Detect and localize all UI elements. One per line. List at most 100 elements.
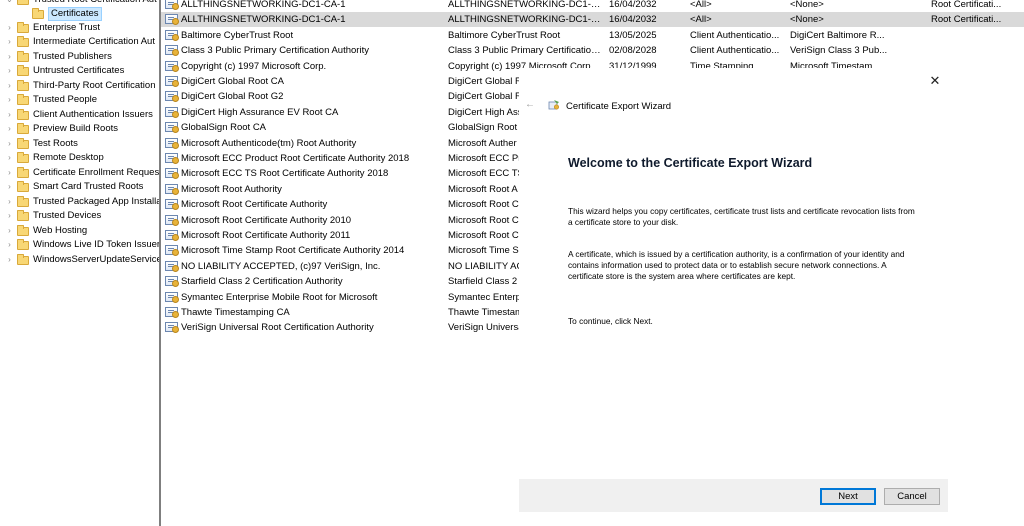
tree-item-label: Smart Card Trusted Roots bbox=[33, 181, 144, 192]
folder-icon bbox=[32, 7, 44, 19]
folder-icon bbox=[17, 0, 29, 5]
cert-name: Microsoft Root Authority bbox=[181, 183, 282, 195]
wizard-heading: Welcome to the Certificate Export Wizard bbox=[568, 156, 813, 170]
tree-item[interactable]: › Trusted Publishers bbox=[0, 50, 112, 64]
tree-item[interactable]: › Untrusted Certificates bbox=[0, 64, 124, 78]
cert-name: ALLTHINGSNETWORKING-DC1-CA-1 bbox=[181, 14, 346, 26]
cert-status: Root Certificati... bbox=[931, 14, 1002, 26]
tree-item-label: Trusted People bbox=[33, 94, 98, 105]
chevron-icon[interactable]: › bbox=[5, 21, 14, 35]
cert-name: VeriSign Universal Root Certification Au… bbox=[181, 322, 374, 334]
certificate-icon bbox=[165, 137, 179, 149]
next-button[interactable]: Next bbox=[820, 488, 876, 505]
folder-icon bbox=[17, 224, 29, 236]
certificate-icon bbox=[165, 45, 179, 57]
wizard-title: Certificate Export Wizard bbox=[566, 101, 672, 112]
cert-purposes: Client Authenticatio... bbox=[690, 45, 780, 57]
cert-name: Symantec Enterprise Mobile Root for Micr… bbox=[181, 291, 378, 303]
chevron-icon[interactable]: › bbox=[5, 253, 14, 267]
chevron-icon[interactable]: › bbox=[5, 93, 14, 107]
chevron-icon[interactable]: › bbox=[5, 238, 14, 252]
wizard-intro-text: This wizard helps you copy certificates,… bbox=[568, 206, 915, 227]
certificate-icon bbox=[165, 76, 179, 87]
cert-issuer: ALLTHINGSNETWORKING-DC1-CA-1 bbox=[448, 0, 603, 10]
tree-item[interactable]: › Trusted Devices bbox=[0, 209, 101, 223]
cert-name: Microsoft Root Certificate Authority 201… bbox=[181, 230, 351, 241]
close-icon[interactable]: ✕ bbox=[927, 73, 943, 89]
cert-name: Microsoft Time Stamp Root Certificate Au… bbox=[181, 245, 405, 257]
cancel-button[interactable]: Cancel bbox=[884, 488, 940, 505]
chevron-icon[interactable]: › bbox=[5, 151, 14, 165]
chevron-icon[interactable]: › bbox=[5, 137, 14, 151]
cert-name: DigiCert Global Root CA bbox=[181, 76, 284, 87]
chevron-icon[interactable]: › bbox=[5, 122, 14, 136]
certificate-icon bbox=[165, 29, 179, 41]
tree-item[interactable]: › Windows Live ID Token Issuer bbox=[0, 238, 159, 252]
chevron-icon[interactable]: › bbox=[5, 224, 14, 238]
folder-icon bbox=[17, 64, 29, 76]
tree-item[interactable]: › Certificate Enrollment Reques bbox=[0, 166, 159, 180]
tree-item-label: Certificates bbox=[48, 7, 102, 21]
certificate-icon bbox=[165, 153, 179, 164]
wizard-description-text: A certificate, which is issued by a cert… bbox=[568, 249, 905, 281]
tree-item[interactable]: › WindowsServerUpdateService bbox=[0, 253, 159, 267]
table-row[interactable]: ALLTHINGSNETWORKING-DC1-CA-1 ALLTHINGSNET… bbox=[161, 12, 1024, 28]
certificate-icon bbox=[165, 291, 179, 303]
chevron-icon[interactable]: › bbox=[5, 180, 14, 194]
folder-icon bbox=[17, 122, 29, 134]
certificate-icon bbox=[165, 0, 179, 10]
tree-item[interactable]: Certificates bbox=[15, 7, 102, 21]
cert-friendly-name: DigiCert Baltimore R... bbox=[790, 29, 885, 41]
table-row[interactable]: Baltimore CyberTrust Root Baltimore Cyber… bbox=[161, 28, 1024, 43]
cert-name: GlobalSign Root CA bbox=[181, 122, 267, 134]
folder-icon bbox=[17, 79, 29, 91]
cert-name: Class 3 Public Primary Certification Aut… bbox=[181, 45, 369, 57]
chevron-icon[interactable]: › bbox=[5, 209, 14, 223]
table-row[interactable]: Class 3 Public Primary Certification Aut… bbox=[161, 43, 1024, 58]
back-arrow-icon[interactable]: ← bbox=[525, 99, 535, 110]
tree-item[interactable]: › Intermediate Certification Aut bbox=[0, 35, 155, 49]
folder-icon bbox=[17, 151, 29, 163]
tree-item[interactable]: › Client Authentication Issuers bbox=[0, 108, 153, 122]
folder-icon bbox=[17, 137, 29, 149]
chevron-icon[interactable]: › bbox=[5, 195, 14, 209]
chevron-icon[interactable]: › bbox=[5, 64, 14, 78]
tree-item-label: Trusted Publishers bbox=[33, 51, 112, 62]
folder-icon bbox=[17, 166, 29, 178]
certificate-icon bbox=[165, 276, 179, 288]
tree-item-label: Intermediate Certification Aut bbox=[33, 36, 155, 47]
tree-item[interactable]: ⌄ Trusted Root Certification Aut bbox=[0, 0, 157, 7]
certificate-icon bbox=[165, 60, 179, 72]
tree-item[interactable]: › Trusted People bbox=[0, 93, 97, 107]
chevron-icon[interactable]: ⌄ bbox=[5, 0, 14, 7]
cert-name: Starfield Class 2 Certification Authorit… bbox=[181, 276, 343, 288]
cert-name: Microsoft ECC TS Root Certificate Author… bbox=[181, 168, 389, 180]
chevron-icon[interactable]: › bbox=[5, 79, 14, 93]
folder-icon bbox=[17, 209, 29, 221]
cert-name: Microsoft Root Certificate Authority 201… bbox=[181, 214, 352, 226]
tree-item[interactable]: › Remote Desktop bbox=[0, 151, 104, 165]
chevron-icon[interactable]: › bbox=[5, 108, 14, 122]
chevron-icon[interactable]: › bbox=[5, 166, 14, 180]
table-row[interactable]: ALLTHINGSNETWORKING-DC1-CA-1 ALLTHINGSNET… bbox=[161, 0, 1024, 12]
tree-item[interactable]: › Preview Build Roots bbox=[0, 122, 118, 136]
cert-friendly-name: <None> bbox=[790, 14, 824, 26]
tree-item[interactable]: › Test Roots bbox=[0, 137, 78, 151]
chevron-icon[interactable]: › bbox=[5, 35, 14, 49]
folder-icon bbox=[17, 93, 29, 105]
tree-item[interactable]: › Smart Card Trusted Roots bbox=[0, 180, 143, 194]
cert-friendly-name: <None> bbox=[790, 0, 824, 10]
tree-item-label: Trusted Packaged App Installa bbox=[33, 196, 159, 207]
tree-item-label: Web Hosting bbox=[33, 225, 88, 236]
tree-item[interactable]: › Third-Party Root Certification bbox=[0, 79, 155, 93]
tree-item[interactable]: › Web Hosting bbox=[0, 224, 87, 238]
cert-issuer: Baltimore CyberTrust Root bbox=[448, 29, 561, 41]
tree-item-label: Trusted Root Certification Aut bbox=[33, 0, 157, 7]
certificate-icon bbox=[165, 14, 179, 26]
tree-item[interactable]: › Trusted Packaged App Installa bbox=[0, 195, 159, 209]
certificate-icon bbox=[165, 106, 179, 118]
tree-item[interactable]: › Enterprise Trust bbox=[0, 21, 100, 35]
chevron-icon[interactable]: › bbox=[5, 50, 14, 64]
tree-item-label: Untrusted Certificates bbox=[33, 65, 125, 76]
cert-name: Baltimore CyberTrust Root bbox=[181, 29, 294, 41]
